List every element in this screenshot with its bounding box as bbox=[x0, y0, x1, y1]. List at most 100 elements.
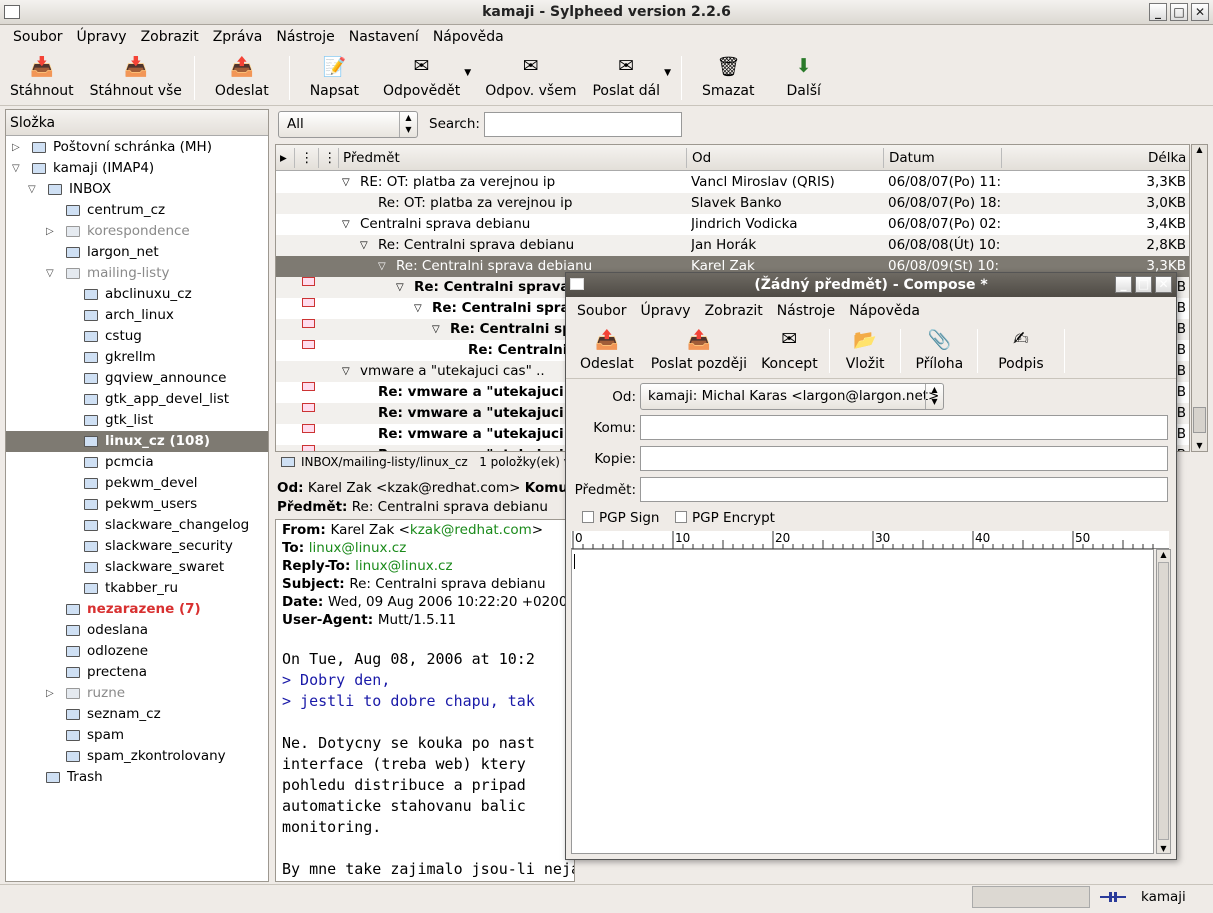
scrollbar-thumb[interactable] bbox=[1158, 562, 1169, 840]
folder-item[interactable]: abclinuxu_cz bbox=[6, 284, 268, 305]
folder-item[interactable]: nezarazene (7) bbox=[6, 599, 268, 620]
folder-item[interactable]: spam bbox=[6, 725, 268, 746]
folder-item[interactable]: gkrellm bbox=[6, 347, 268, 368]
folder-item[interactable]: gqview_announce bbox=[6, 368, 268, 389]
thread-expander-icon[interactable]: ▽ bbox=[342, 361, 350, 382]
email-link[interactable]: linux@linux.cz bbox=[355, 558, 453, 574]
forward-button[interactable]: ✉ Poslat dál bbox=[584, 50, 668, 106]
attach-column-header[interactable]: ⋮ bbox=[323, 145, 337, 171]
pgp-sign-checkbox[interactable]: PGP Sign bbox=[582, 510, 659, 526]
compose-menu-zobrazit[interactable]: Zobrazit bbox=[698, 303, 770, 319]
thread-expander-icon[interactable]: ▽ bbox=[342, 172, 350, 193]
compose-to-field[interactable] bbox=[640, 415, 1168, 440]
folder-item[interactable]: seznam_cz bbox=[6, 704, 268, 725]
message-row[interactable]: ▽ Centralni sprava debianu Jindrich Vodick… bbox=[276, 214, 1189, 235]
folder-item[interactable]: spam_zkontrolovany bbox=[6, 746, 268, 767]
compose-cc-field[interactable] bbox=[640, 446, 1168, 471]
compose-menu-nastroje[interactable]: Nástroje bbox=[770, 303, 842, 319]
menu-napoveda[interactable]: Nápověda bbox=[426, 29, 511, 45]
subject-column-header[interactable]: Předmět bbox=[343, 145, 400, 171]
compose-menu-upravy[interactable]: Úpravy bbox=[634, 303, 698, 319]
email-link[interactable]: linux@linux.cz bbox=[309, 540, 407, 556]
folder-item[interactable]: tkabber_ru bbox=[6, 578, 268, 599]
folder-item[interactable]: ▷ korespondence bbox=[6, 221, 268, 242]
mark-column-header[interactable]: ▸ bbox=[280, 145, 287, 171]
folder-item[interactable]: pekwm_users bbox=[6, 494, 268, 515]
signature-button[interactable]: ✍ Podpis bbox=[982, 323, 1059, 375]
expander-down-icon[interactable]: ▽ bbox=[28, 179, 36, 200]
folder-item[interactable]: Trash bbox=[6, 767, 268, 788]
expander-right-icon[interactable]: ▷ bbox=[12, 137, 20, 158]
unread-column-header[interactable]: ⋮ bbox=[300, 145, 314, 171]
folder-item[interactable]: ▷ Poštovní schránka (MH) bbox=[6, 137, 268, 158]
reply-button[interactable]: ✉ Odpovědět bbox=[375, 50, 468, 106]
compose-button[interactable]: 📝 Napsat bbox=[294, 50, 375, 106]
compose-minimize-button[interactable]: _ bbox=[1115, 276, 1132, 293]
scroll-up-arrow-icon[interactable]: ▲ bbox=[1157, 550, 1170, 559]
thread-expander-icon[interactable]: ▽ bbox=[360, 235, 368, 256]
insert-button[interactable]: 📂 Vložit bbox=[834, 323, 897, 375]
compose-menu-soubor[interactable]: Soubor bbox=[570, 303, 634, 319]
message-row[interactable]: ▽ Re: Centralni sprava debianu Jan Horák 06… bbox=[276, 235, 1189, 256]
delete-button[interactable]: 🗑 Smazat bbox=[686, 50, 771, 106]
expander-right-icon[interactable]: ▷ bbox=[46, 221, 54, 242]
email-link[interactable]: kzak@redhat.com bbox=[410, 522, 532, 538]
draft-button[interactable]: ✉ Koncept bbox=[754, 323, 825, 375]
compose-subject-field[interactable] bbox=[640, 477, 1168, 502]
scroll-down-arrow-icon[interactable]: ▼ bbox=[1192, 441, 1207, 450]
date-column-header[interactable]: Datum bbox=[889, 145, 935, 171]
attach-button[interactable]: 📎 Příloha bbox=[905, 323, 973, 375]
folder-item[interactable]: ▽ kamaji (IMAP4) bbox=[6, 158, 268, 179]
folder-item[interactable]: ▽ INBOX bbox=[6, 179, 268, 200]
folder-item[interactable]: gtk_list bbox=[6, 410, 268, 431]
compose-body-editor[interactable] bbox=[571, 549, 1154, 854]
folder-item[interactable]: ▽ mailing-listy bbox=[6, 263, 268, 284]
thread-expander-icon[interactable]: ▽ bbox=[414, 298, 422, 319]
folder-item[interactable]: centrum_cz bbox=[6, 200, 268, 221]
folder-item[interactable]: prectena bbox=[6, 662, 268, 683]
folder-item[interactable]: slackware_security bbox=[6, 536, 268, 557]
menu-nastaveni[interactable]: Nastavení bbox=[342, 29, 426, 45]
folder-item[interactable]: largon_net bbox=[6, 242, 268, 263]
download-button[interactable]: 📥 Stáhnout bbox=[0, 50, 82, 106]
compose-editor-scrollbar[interactable]: ▲ ▼ bbox=[1156, 549, 1171, 854]
folder-item[interactable]: slackware_swaret bbox=[6, 557, 268, 578]
reply-dropdown-arrow-icon[interactable]: ▼ bbox=[464, 50, 471, 78]
scroll-down-arrow-icon[interactable]: ▼ bbox=[1157, 844, 1170, 853]
compose-send-button[interactable]: 📤 Odeslat bbox=[570, 323, 644, 375]
thread-expander-icon[interactable]: ▽ bbox=[432, 319, 440, 340]
filter-select[interactable]: All ▲ ▼ bbox=[278, 111, 418, 138]
expander-right-icon[interactable]: ▷ bbox=[46, 683, 54, 704]
maximize-button[interactable]: □ bbox=[1170, 3, 1188, 21]
menu-soubor[interactable]: Soubor bbox=[6, 29, 70, 45]
folder-item[interactable]: pekwm_devel bbox=[6, 473, 268, 494]
next-button[interactable]: ⬇ Další bbox=[771, 50, 837, 106]
thread-expander-icon[interactable]: ▽ bbox=[396, 277, 404, 298]
close-button[interactable]: ✕ bbox=[1191, 3, 1209, 21]
message-row[interactable]: Re: OT: platba za verejnou ip Slavek Bank… bbox=[276, 193, 1189, 214]
from-column-header[interactable]: Od bbox=[692, 145, 711, 171]
folder-item[interactable]: arch_linux bbox=[6, 305, 268, 326]
message-row[interactable]: ▽ RE: OT: platba za verejnou ip Vancl Miro… bbox=[276, 172, 1189, 193]
forward-dropdown-arrow-icon[interactable]: ▼ bbox=[664, 50, 671, 78]
download-all-button[interactable]: 📥 Stáhnout vše bbox=[82, 50, 190, 106]
reply-all-button[interactable]: ✉ Odpov. všem bbox=[477, 50, 584, 106]
folder-item[interactable]: pcmcia bbox=[6, 452, 268, 473]
pgp-encrypt-checkbox[interactable]: PGP Encrypt bbox=[675, 510, 775, 526]
folder-item[interactable]: gtk_app_devel_list bbox=[6, 389, 268, 410]
message-list-scrollbar[interactable]: ▲ ▼ bbox=[1191, 144, 1208, 452]
folder-item[interactable]: linux_cz (108) bbox=[6, 431, 268, 452]
expander-down-icon[interactable]: ▽ bbox=[46, 263, 54, 284]
compose-from-select[interactable]: kamaji: Michal Karas <largon@largon.net>… bbox=[640, 383, 944, 410]
size-column-header[interactable]: Délka bbox=[1148, 145, 1186, 171]
menu-nastroje[interactable]: Nástroje bbox=[269, 29, 341, 45]
compose-maximize-button[interactable]: □ bbox=[1135, 276, 1152, 293]
send-later-button[interactable]: 📤 Poslat později bbox=[644, 323, 754, 375]
folder-item[interactable]: odlozene bbox=[6, 641, 268, 662]
minimize-button[interactable]: _ bbox=[1149, 3, 1167, 21]
folder-item[interactable]: slackware_changelog bbox=[6, 515, 268, 536]
folder-item[interactable]: ▷ ruzne bbox=[6, 683, 268, 704]
folder-item[interactable]: cstug bbox=[6, 326, 268, 347]
scroll-up-arrow-icon[interactable]: ▲ bbox=[1192, 145, 1207, 154]
thread-expander-icon[interactable]: ▽ bbox=[378, 256, 386, 277]
